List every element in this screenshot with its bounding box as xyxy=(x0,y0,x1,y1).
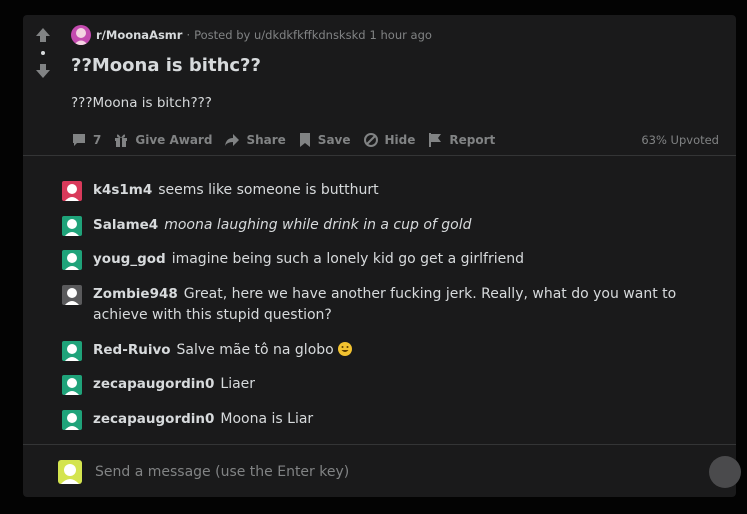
chat-message: k4s1m4 seems like someone is butthurt xyxy=(62,180,722,201)
save-button[interactable]: Save xyxy=(298,132,351,148)
chat-message: zecapaugordin0 Moona is Liar xyxy=(62,409,722,430)
message-composer xyxy=(58,456,741,488)
gift-icon xyxy=(115,134,128,147)
chat-message: Zombie948 Great, here we have another fuc… xyxy=(62,284,722,326)
give-award-button[interactable]: Give Award xyxy=(113,132,212,148)
post-meta: r/MoonaAsmr · Posted by u/dkdkfkffkdnsks… xyxy=(71,25,432,45)
subreddit-link[interactable]: r/MoonaAsmr xyxy=(96,28,182,42)
username[interactable]: youg_god xyxy=(93,251,166,267)
composer-divider xyxy=(23,444,736,445)
hide-button[interactable]: Hide xyxy=(363,132,416,148)
post-divider xyxy=(23,155,736,156)
upvote-ratio: 63% Upvoted xyxy=(641,133,719,147)
vote-column xyxy=(31,27,55,79)
current-user-avatar xyxy=(58,460,82,484)
username[interactable]: zecapaugordin0 xyxy=(93,411,214,427)
report-label: Report xyxy=(449,133,496,147)
message-input[interactable] xyxy=(93,463,728,481)
comments-count: 7 xyxy=(93,133,102,147)
user-avatar[interactable] xyxy=(62,250,82,270)
user-avatar[interactable] xyxy=(62,216,82,236)
post-actions: 7 Give Award Share Save Hide Report xyxy=(71,130,507,150)
post-time: 1 hour ago xyxy=(369,28,432,42)
meta-separator: · xyxy=(186,28,191,42)
comment-icon xyxy=(73,134,85,146)
message-text: Liaer xyxy=(220,376,256,392)
downvote-icon[interactable] xyxy=(35,63,51,79)
message-text: moona laughing while drink in a cup of g… xyxy=(164,217,472,233)
share-button[interactable]: Share xyxy=(224,132,286,148)
give-award-label: Give Award xyxy=(135,133,213,147)
message-text: Salve mãe tô na globo xyxy=(176,342,334,358)
chat-message: youg_god imagine being such a lonely kid … xyxy=(62,249,722,270)
upvote-icon[interactable] xyxy=(35,27,51,43)
vote-score xyxy=(41,51,45,55)
posted-by[interactable]: Posted by u/dkdkfkffkdnskskd xyxy=(194,28,365,42)
username[interactable]: Red-Ruivo xyxy=(93,342,171,358)
comments-button[interactable]: 7 xyxy=(71,132,101,148)
hide-label: Hide xyxy=(384,133,416,147)
user-avatar[interactable] xyxy=(62,410,82,430)
hide-icon xyxy=(363,133,378,147)
username[interactable]: zecapaugordin0 xyxy=(93,376,214,392)
user-avatar[interactable] xyxy=(62,181,82,201)
grinning-face-icon xyxy=(338,342,353,356)
post-title: ??Moona is bithc?? xyxy=(71,55,261,76)
chat-message: Red-Ruivo Salve mãe tô na globo xyxy=(62,340,722,361)
subreddit-avatar[interactable] xyxy=(71,25,91,45)
message-text: seems like someone is butthurt xyxy=(158,182,379,198)
post-body: ???Moona is bitch??? xyxy=(71,95,212,111)
post-panel: r/MoonaAsmr · Posted by u/dkdkfkffkdnsks… xyxy=(23,15,741,497)
message-text: imagine being such a lonely kid go get a… xyxy=(171,251,524,267)
save-label: Save xyxy=(317,133,351,147)
share-label: Share xyxy=(246,133,286,147)
user-avatar[interactable] xyxy=(62,341,82,361)
post: r/MoonaAsmr · Posted by u/dkdkfkffkdnsks… xyxy=(23,15,736,156)
share-icon xyxy=(225,134,240,146)
username[interactable]: Zombie948 xyxy=(93,286,178,302)
send-button[interactable] xyxy=(709,456,741,488)
username[interactable]: Salame4 xyxy=(93,217,158,233)
message-text: Great, here we have another fucking jerk… xyxy=(93,286,677,323)
flag-icon xyxy=(429,133,442,147)
user-avatar[interactable] xyxy=(62,375,82,395)
report-button[interactable]: Report xyxy=(427,132,495,148)
chat-message: Salame4 moona laughing while drink in a c… xyxy=(62,215,722,236)
chat-message: zecapaugordin0 Liaer xyxy=(62,374,722,395)
bookmark-icon xyxy=(299,133,310,147)
message-text: Moona is Liar xyxy=(220,411,314,427)
username[interactable]: k4s1m4 xyxy=(93,182,152,198)
user-avatar[interactable] xyxy=(62,285,82,305)
